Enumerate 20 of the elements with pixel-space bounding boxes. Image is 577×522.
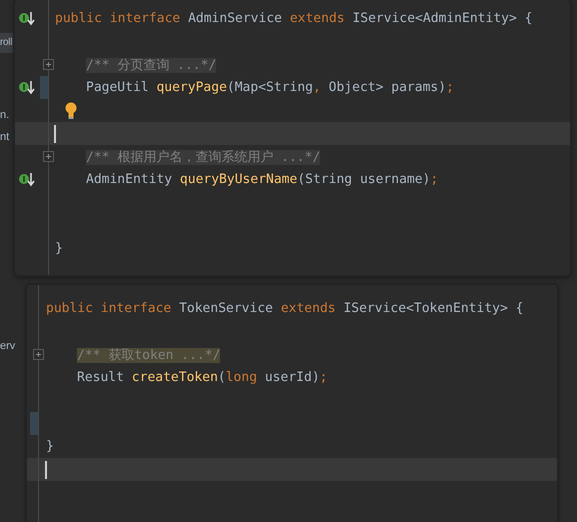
- side-text: nt: [0, 130, 10, 145]
- implemented-icon[interactable]: [18, 171, 36, 187]
- expand-icon[interactable]: [43, 151, 54, 162]
- expand-icon[interactable]: [43, 59, 54, 70]
- code-line: PageUtil queryPage(Map<String, Object> params);: [86, 80, 454, 95]
- code-line: }: [55, 241, 63, 256]
- code-line: public interface AdminService extends IService<AdminEntity> {: [55, 11, 532, 26]
- implemented-icon[interactable]: [18, 79, 36, 95]
- code-line: AdminEntity queryByUserName(String username);: [86, 172, 438, 187]
- text-cursor: [45, 460, 47, 478]
- code-line: Result createToken(long userId);: [77, 370, 328, 385]
- expand-icon[interactable]: [33, 349, 44, 360]
- side-text: erv: [0, 339, 16, 354]
- text-cursor: [54, 124, 56, 142]
- code-line: public interface TokenService extends IService<TokenEntity> {: [46, 301, 524, 316]
- side-text: n.: [0, 108, 10, 123]
- side-text: roll: [0, 33, 14, 53]
- implemented-icon[interactable]: [18, 10, 36, 26]
- code-line: }: [46, 439, 54, 454]
- lightbulb-icon[interactable]: [65, 102, 77, 119]
